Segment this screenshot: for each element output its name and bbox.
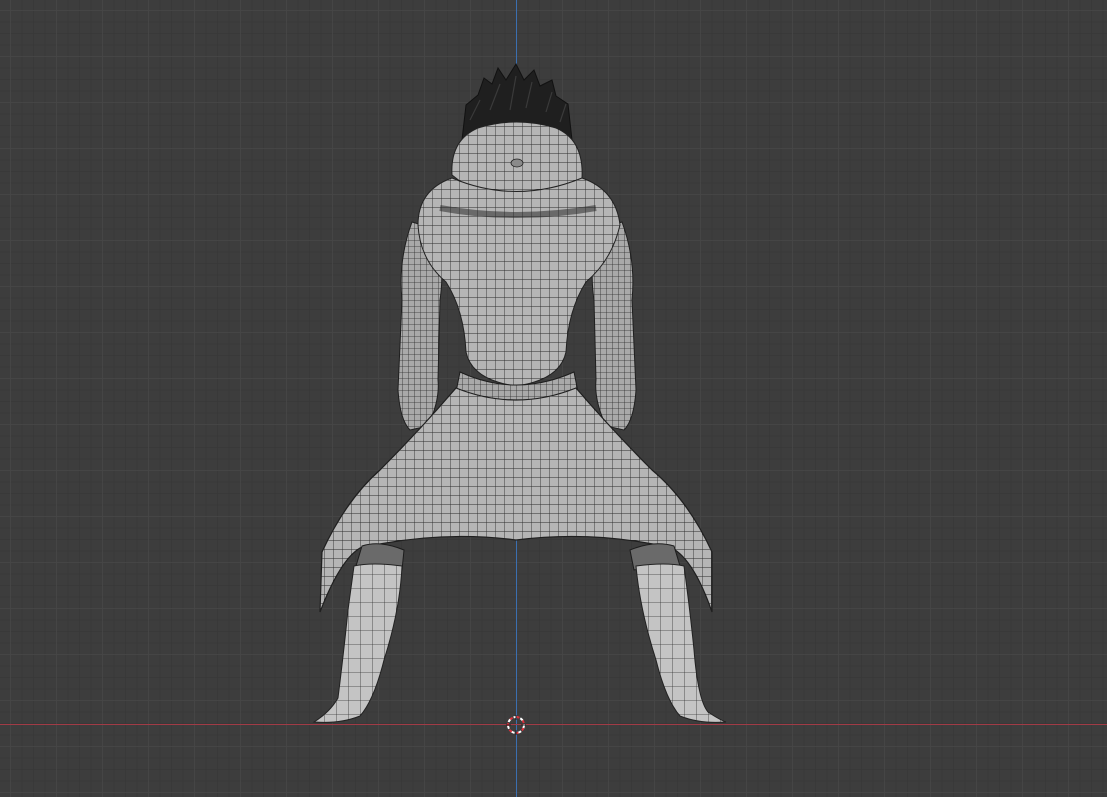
character-mesh[interactable] [0,0,1107,797]
3d-cursor-icon[interactable] [506,715,526,735]
3d-viewport[interactable] [0,0,1107,797]
